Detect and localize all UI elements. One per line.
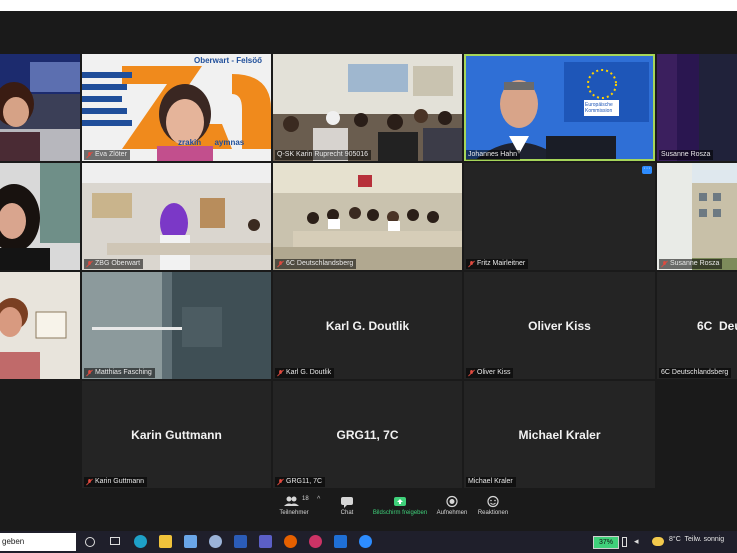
- tile-name-label: 6C Deutschlandsberg: [275, 259, 357, 269]
- tile-name-label: Matthias Fasching: [84, 368, 155, 378]
- zbg-banner-subtext: zrakin aymnas: [178, 138, 245, 147]
- weather-text[interactable]: 8°C Teilw. sonnig: [669, 536, 724, 543]
- tile-name-label: Johannes Hahn: [466, 150, 521, 160]
- video-tile-5[interactable]: Susanne Rosza: [657, 54, 737, 161]
- file-explorer-icon[interactable]: [159, 535, 172, 548]
- mic-muted-icon: [86, 369, 93, 377]
- mic-muted-icon: [277, 369, 284, 377]
- battery-indicator[interactable]: 37%: [593, 536, 619, 549]
- participant-name-center: Oliver Kiss: [528, 318, 591, 333]
- mic-muted-icon: [86, 260, 93, 268]
- participant-name-center: GRG11, 7C: [336, 427, 399, 442]
- share-screen-icon: [394, 497, 406, 506]
- word-icon[interactable]: [234, 535, 247, 548]
- reactions-button[interactable]: Reaktionen: [474, 495, 512, 516]
- battery-icon: [622, 537, 627, 547]
- tile-name-label: Karin Guttmann: [84, 477, 148, 487]
- parliament-video: [0, 54, 80, 161]
- woman-video: [0, 163, 80, 270]
- video-feed: [657, 54, 737, 161]
- classroom-video: [273, 163, 462, 270]
- video-tile-6[interactable]: [0, 163, 80, 270]
- more-options-icon[interactable]: ···: [642, 165, 652, 174]
- share-screen-button[interactable]: Bildschirm freigeben: [368, 495, 432, 516]
- task-view-icon[interactable]: [110, 537, 120, 545]
- video-tile-16[interactable]: Karin Guttmann Karin Guttmann: [82, 381, 271, 488]
- tile-name-label: Susanne Rosza: [659, 259, 723, 269]
- mic-muted-icon: [468, 260, 475, 268]
- zoom-meeting-window: Oberwart - Felsöő zrakin aymnas Eva Zlöt…: [0, 11, 737, 531]
- video-tile-8[interactable]: 6C Deutschlandsberg: [273, 163, 462, 270]
- reactions-smiley-icon: [487, 495, 499, 508]
- participant-name-center: Michael Kraler: [518, 427, 601, 442]
- video-tile-12[interactable]: Matthias Fasching: [82, 272, 271, 379]
- zbg-banner-text: Oberwart - Felsöő: [194, 56, 263, 65]
- participant-name-center: Karin Guttmann: [131, 427, 222, 442]
- volume-icon[interactable]: ◂: [634, 536, 639, 547]
- tile-name-label: Michael Kraler: [466, 477, 516, 487]
- mic-muted-icon: [277, 478, 284, 486]
- tile-name-label: Eva Zlöter: [84, 150, 130, 160]
- video-tile-1[interactable]: [0, 54, 80, 161]
- mic-muted-icon: [468, 369, 475, 377]
- participant-name-center: 6C Deu: [697, 318, 737, 333]
- weather-cloud-icon[interactable]: [652, 537, 664, 546]
- tile-name-label: Fritz Mairleitner: [466, 259, 529, 269]
- classroom-video: [273, 54, 462, 161]
- cortana-circle-icon[interactable]: [85, 537, 95, 547]
- photos-app-icon[interactable]: [184, 535, 197, 548]
- video-tile-7[interactable]: ZBG Oberwart: [82, 163, 271, 270]
- tile-name-label: GRG11, 7C: [275, 477, 326, 487]
- participant-name-center: Karl G. Doutlik: [325, 318, 410, 333]
- mic-muted-icon: [86, 478, 93, 486]
- video-tile-13[interactable]: Karl G. Doutlik Karl G. Doutlik: [273, 272, 462, 379]
- video-tile-14[interactable]: Oliver Kiss Oliver Kiss: [464, 272, 655, 379]
- video-tile-4-active-speaker[interactable]: Europäische Kommission Johannes Hahn: [464, 54, 655, 161]
- video-tile-2[interactable]: Oberwart - Felsöő zrakin aymnas Eva Zlöt…: [82, 54, 271, 161]
- participants-count: 18: [302, 496, 309, 502]
- video-tile-17[interactable]: GRG11, 7C GRG11, 7C: [273, 381, 462, 488]
- woman-video: [0, 272, 80, 379]
- blurry-video: [82, 272, 271, 379]
- firefox-icon[interactable]: [284, 535, 297, 548]
- edge-browser-icon[interactable]: [134, 535, 147, 548]
- tile-name-label: Karl G. Doutlik: [275, 368, 335, 378]
- tile-name-label: ZBG Oberwart: [84, 259, 144, 269]
- eu-commission-label: Europäische Kommission: [585, 102, 613, 114]
- classroom-video: [82, 163, 271, 270]
- settings-app-icon[interactable]: [309, 535, 322, 548]
- tile-name-label: Susanne Rosza: [659, 150, 714, 160]
- record-button[interactable]: Aufnehmen: [434, 495, 470, 516]
- record-icon: [446, 495, 458, 508]
- building-video: [657, 163, 737, 270]
- zoom-app-icon[interactable]: [359, 535, 372, 548]
- meeting-toolbar: 18 Teilnehmer ^ Chat Bildschirm freigebe…: [0, 493, 737, 531]
- participants-options-chevron-icon[interactable]: ^: [317, 496, 320, 503]
- video-tile-15[interactable]: 6C Deu 6C Deutschlandsberg: [657, 272, 737, 379]
- speaker-video: [464, 54, 655, 161]
- windows-taskbar: geben 37% ◂ 8°C Teilw. sonnig: [0, 531, 737, 553]
- video-tile-3[interactable]: Q-SK Karin Ruprecht 905016: [273, 54, 462, 161]
- taskbar-search-input[interactable]: geben: [0, 533, 76, 551]
- tile-name-label: 6C Deutschlandsberg: [659, 368, 732, 378]
- mic-muted-icon: [277, 260, 284, 268]
- thunderbird-icon[interactable]: [209, 535, 222, 548]
- mic-muted-icon: [661, 260, 668, 268]
- participants-button[interactable]: 18 Teilnehmer: [274, 495, 314, 516]
- mic-muted-icon: [86, 151, 93, 159]
- chat-icon: [341, 497, 353, 508]
- video-tile-10[interactable]: Susanne Rosza: [657, 163, 737, 270]
- chat-button[interactable]: Chat: [332, 495, 362, 516]
- video-tile-9[interactable]: ··· Fritz Mairleitner: [464, 163, 655, 270]
- video-tile-11[interactable]: [0, 272, 80, 379]
- tile-name-label: Q-SK Karin Ruprecht 905016: [275, 150, 372, 160]
- teams-icon[interactable]: [259, 535, 272, 548]
- video-tile-18[interactable]: Michael Kraler Michael Kraler: [464, 381, 655, 488]
- outlook-icon[interactable]: [334, 535, 347, 548]
- tile-name-label: Oliver Kiss: [466, 368, 514, 378]
